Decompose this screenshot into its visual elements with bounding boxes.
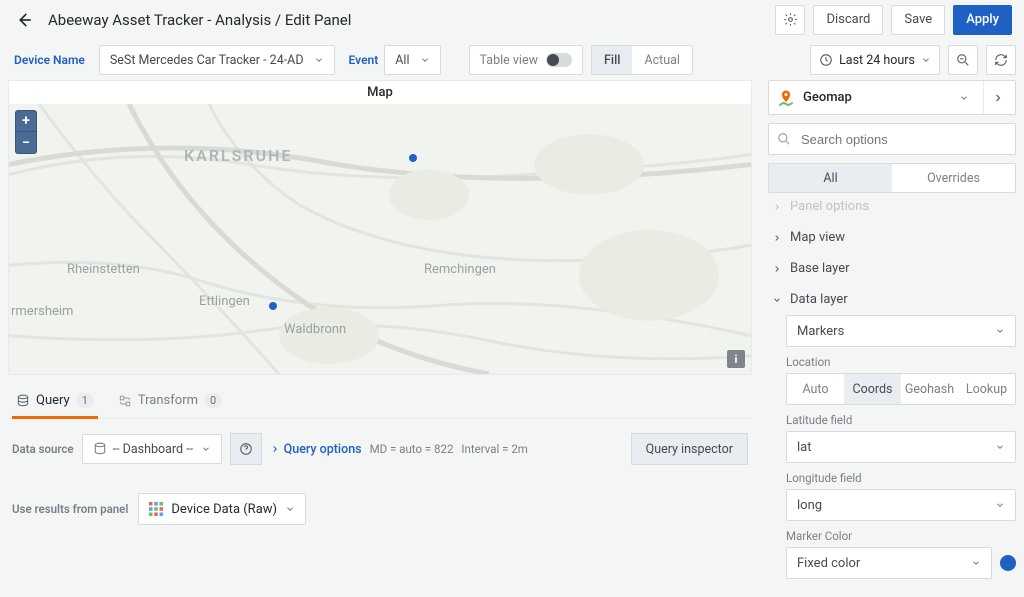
refresh-button[interactable]: [986, 45, 1016, 75]
question-icon: [239, 442, 253, 456]
chevron-down-icon: [772, 295, 782, 305]
data-source-select[interactable]: -- Dashboard --: [82, 434, 222, 464]
location-auto[interactable]: Auto: [787, 374, 844, 404]
map-marker: [269, 302, 277, 310]
chevron-down-icon: [201, 444, 211, 454]
layer-type-select[interactable]: Markers: [786, 315, 1016, 347]
chevron-right-icon: [992, 92, 1004, 104]
time-range-picker[interactable]: Last 24 hours: [810, 45, 940, 75]
grid-icon: [149, 502, 163, 516]
location-mode-group[interactable]: Auto Coords Geohash Lookup: [786, 373, 1016, 405]
chevron-down-icon: [971, 558, 981, 568]
map-zoom-in[interactable]: +: [15, 110, 37, 132]
next-visualization-button[interactable]: [983, 81, 1011, 114]
chevron-right-icon: [772, 264, 782, 274]
search-options-input[interactable]: [768, 123, 1016, 155]
query-options-toggle[interactable]: Query options: [270, 442, 362, 457]
zoom-out-icon: [956, 53, 970, 67]
transform-icon: [118, 394, 132, 408]
datasource-help-button[interactable]: [230, 433, 262, 465]
chevron-right-icon: [772, 202, 782, 212]
chevron-down-icon: [420, 55, 430, 65]
panel-title: Map: [9, 81, 751, 104]
location-label: Location: [786, 355, 1016, 369]
tab-query[interactable]: Query 1: [12, 385, 98, 418]
database-icon: [16, 394, 30, 408]
results-panel-select[interactable]: Device Data (Raw): [138, 493, 306, 525]
geomap-icon: [777, 89, 795, 107]
page-title: Abeeway Asset Tracker - Analysis / Edit …: [48, 11, 351, 29]
md-text: MD = auto = 822: [370, 442, 454, 456]
chevron-down-icon: [285, 504, 295, 514]
lat-field-select[interactable]: lat: [786, 431, 1016, 463]
visualization-picker[interactable]: Geomap: [768, 80, 1016, 115]
actual-seg[interactable]: Actual: [632, 46, 692, 74]
search-icon: [777, 132, 791, 146]
clock-icon: [819, 53, 833, 67]
lon-label: Longitude field: [786, 471, 1016, 485]
zoom-out-button[interactable]: [948, 45, 978, 75]
lon-field-select[interactable]: long: [786, 489, 1016, 521]
map-zoom-out[interactable]: −: [15, 132, 37, 154]
marker-size-label: Marker Size: [786, 587, 1016, 589]
panel-settings-button[interactable]: [775, 5, 805, 35]
chevron-down-icon: [995, 442, 1005, 452]
location-lookup[interactable]: Lookup: [958, 374, 1015, 404]
section-panel-options[interactable]: Panel options: [768, 201, 1016, 222]
marker-color-select[interactable]: Fixed color: [786, 547, 992, 579]
device-name-select[interactable]: SeSt Mercedes Car Tracker - 24-AD: [99, 45, 335, 75]
database-icon: [93, 442, 107, 456]
section-data-layer[interactable]: Data layer: [768, 284, 1016, 315]
table-view-toggle[interactable]: Table view: [469, 45, 583, 75]
fill-seg[interactable]: Fill: [592, 46, 632, 74]
map-attribution-button[interactable]: i: [727, 350, 745, 368]
chevron-down-icon: [995, 500, 1005, 510]
search-options-field[interactable]: [799, 131, 1007, 148]
section-base-layer[interactable]: Base layer: [768, 253, 1016, 284]
save-button[interactable]: Save: [891, 5, 945, 35]
tab-transform[interactable]: Transform 0: [114, 385, 226, 418]
interval-text: Interval = 2m: [461, 442, 527, 456]
back-button[interactable]: [12, 8, 36, 32]
apply-button[interactable]: Apply: [953, 5, 1012, 35]
options-tab-overrides[interactable]: Overrides: [892, 164, 1015, 192]
chevron-down-icon: [953, 93, 975, 103]
marker-color-label: Marker Color: [786, 529, 1016, 543]
device-name-label: Device Name: [8, 53, 91, 67]
transform-count-badge: 0: [204, 393, 222, 408]
fill-actual-toggle[interactable]: Fill Actual: [591, 45, 693, 75]
chevron-down-icon: [921, 55, 931, 65]
chevron-right-icon: [270, 444, 280, 454]
query-inspector-button[interactable]: Query inspector: [631, 433, 748, 465]
location-coords[interactable]: Coords: [844, 374, 901, 404]
gear-icon: [783, 12, 798, 27]
refresh-icon: [994, 53, 1008, 67]
options-tab-all[interactable]: All: [769, 164, 892, 192]
location-geohash[interactable]: Geohash: [901, 374, 958, 404]
marker-color-swatch[interactable]: [1000, 555, 1016, 571]
map-canvas[interactable]: KARLSRUHE Rheinstetten Ettlingen Waldbro…: [9, 104, 751, 374]
chevron-right-icon: [772, 233, 782, 243]
query-count-badge: 1: [76, 393, 94, 408]
lat-label: Latitude field: [786, 413, 1016, 427]
chevron-down-icon: [995, 326, 1005, 336]
event-label: Event: [343, 53, 385, 67]
map-panel: Map: [8, 80, 752, 375]
toggle-switch-icon: [546, 53, 572, 67]
discard-button[interactable]: Discard: [813, 5, 883, 35]
event-select[interactable]: All: [384, 45, 440, 75]
use-results-label: Use results from panel: [12, 502, 128, 516]
chevron-down-icon: [314, 55, 324, 65]
data-source-label: Data source: [12, 442, 74, 456]
section-map-view[interactable]: Map view: [768, 222, 1016, 253]
map-marker: [409, 154, 417, 162]
